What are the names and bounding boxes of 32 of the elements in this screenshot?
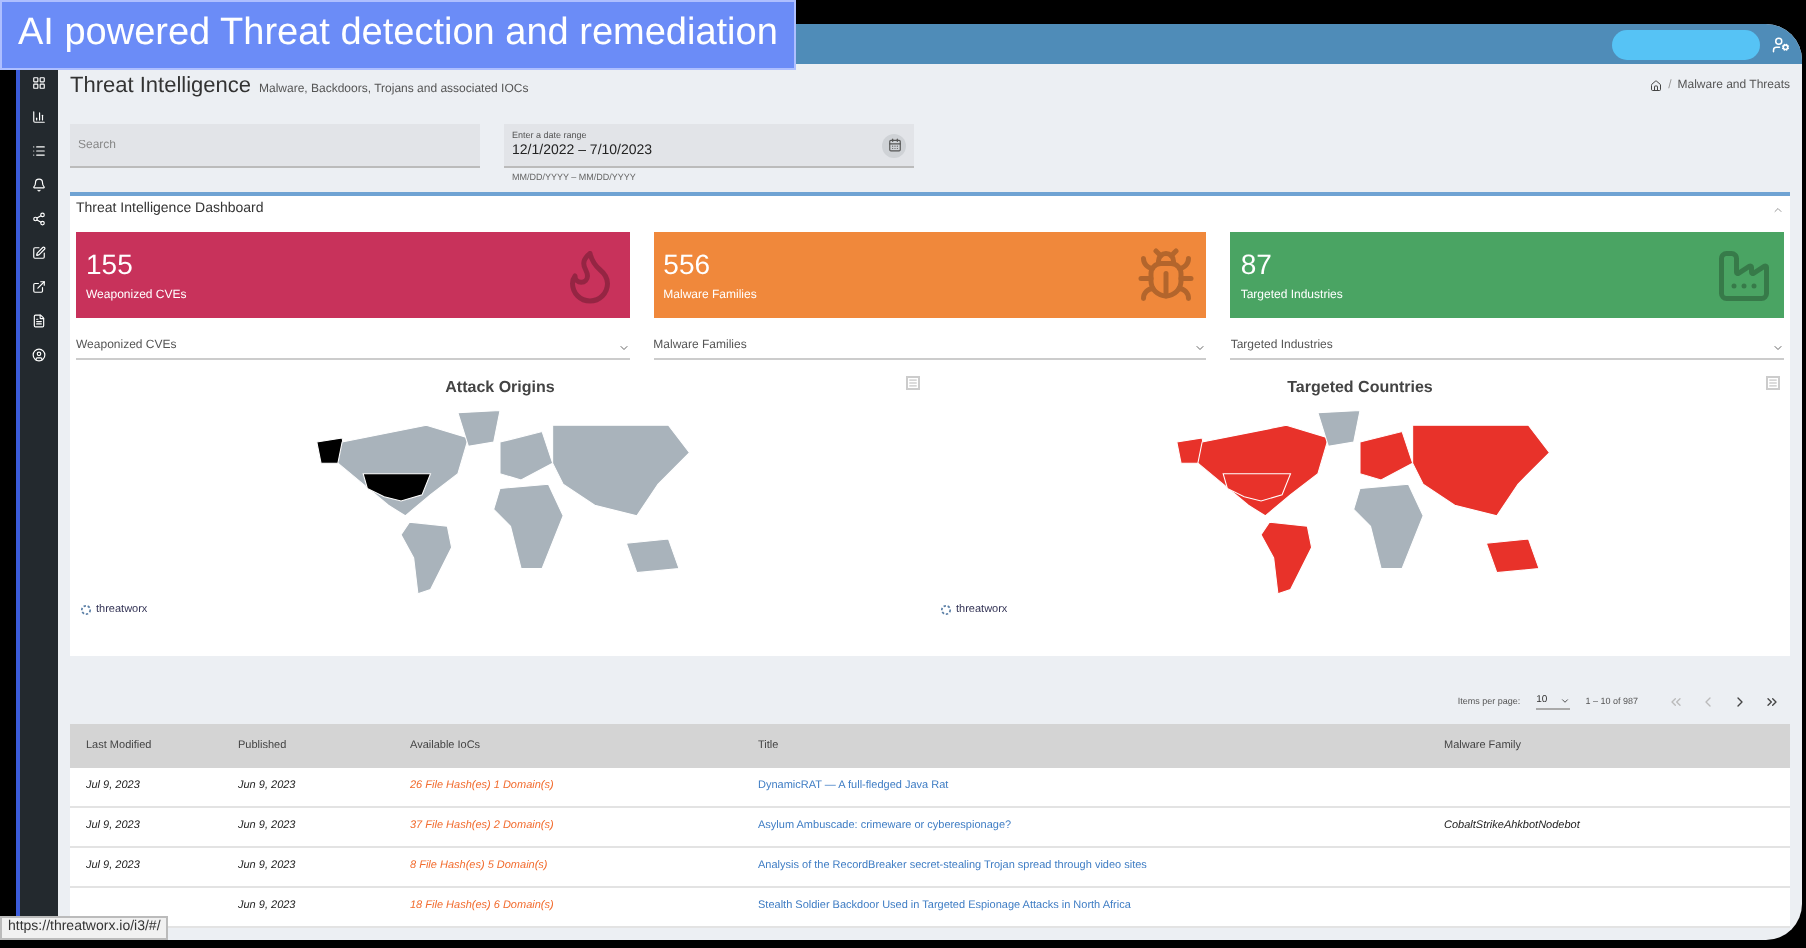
bug-icon — [1136, 245, 1197, 305]
logo-icon — [80, 603, 92, 616]
logo-icon — [940, 603, 952, 616]
home-icon[interactable] — [1650, 80, 1663, 92]
double-chevron-left-icon — [1668, 694, 1684, 710]
stat-count: 556 — [663, 245, 713, 281]
edit-icon[interactable] — [32, 246, 46, 260]
factory-icon — [1713, 245, 1774, 305]
caret-icon — [1771, 341, 1784, 353]
page-title: Threat Intelligence — [70, 71, 251, 102]
banner-title: AI powered Threat detection and remediation — [18, 12, 778, 54]
calendar-button[interactable] — [882, 133, 906, 157]
chevron-right-icon — [1732, 694, 1748, 710]
bar-chart-icon[interactable] — [32, 110, 46, 124]
caret-icon — [1194, 341, 1207, 353]
map-title: Targeted Countries — [1287, 376, 1433, 400]
caret-icon — [617, 341, 630, 353]
stat-count: 155 — [86, 245, 135, 281]
chevron-left-icon — [1700, 694, 1716, 710]
grid-icon[interactable] — [32, 76, 46, 90]
user-icon[interactable] — [32, 348, 46, 362]
document-icon[interactable] — [32, 314, 46, 328]
user-settings-icon[interactable] — [1772, 35, 1790, 53]
share-icon[interactable] — [32, 212, 46, 226]
double-chevron-right-icon — [1764, 694, 1780, 710]
external-link-icon[interactable] — [32, 280, 46, 294]
list-icon[interactable] — [32, 144, 46, 158]
last-page-button[interactable] — [1762, 692, 1782, 712]
bell-icon[interactable] — [32, 178, 46, 192]
stat-count: 87 — [1240, 245, 1274, 281]
map-title: Attack Origins — [445, 376, 555, 400]
caret-icon — [1559, 696, 1570, 706]
